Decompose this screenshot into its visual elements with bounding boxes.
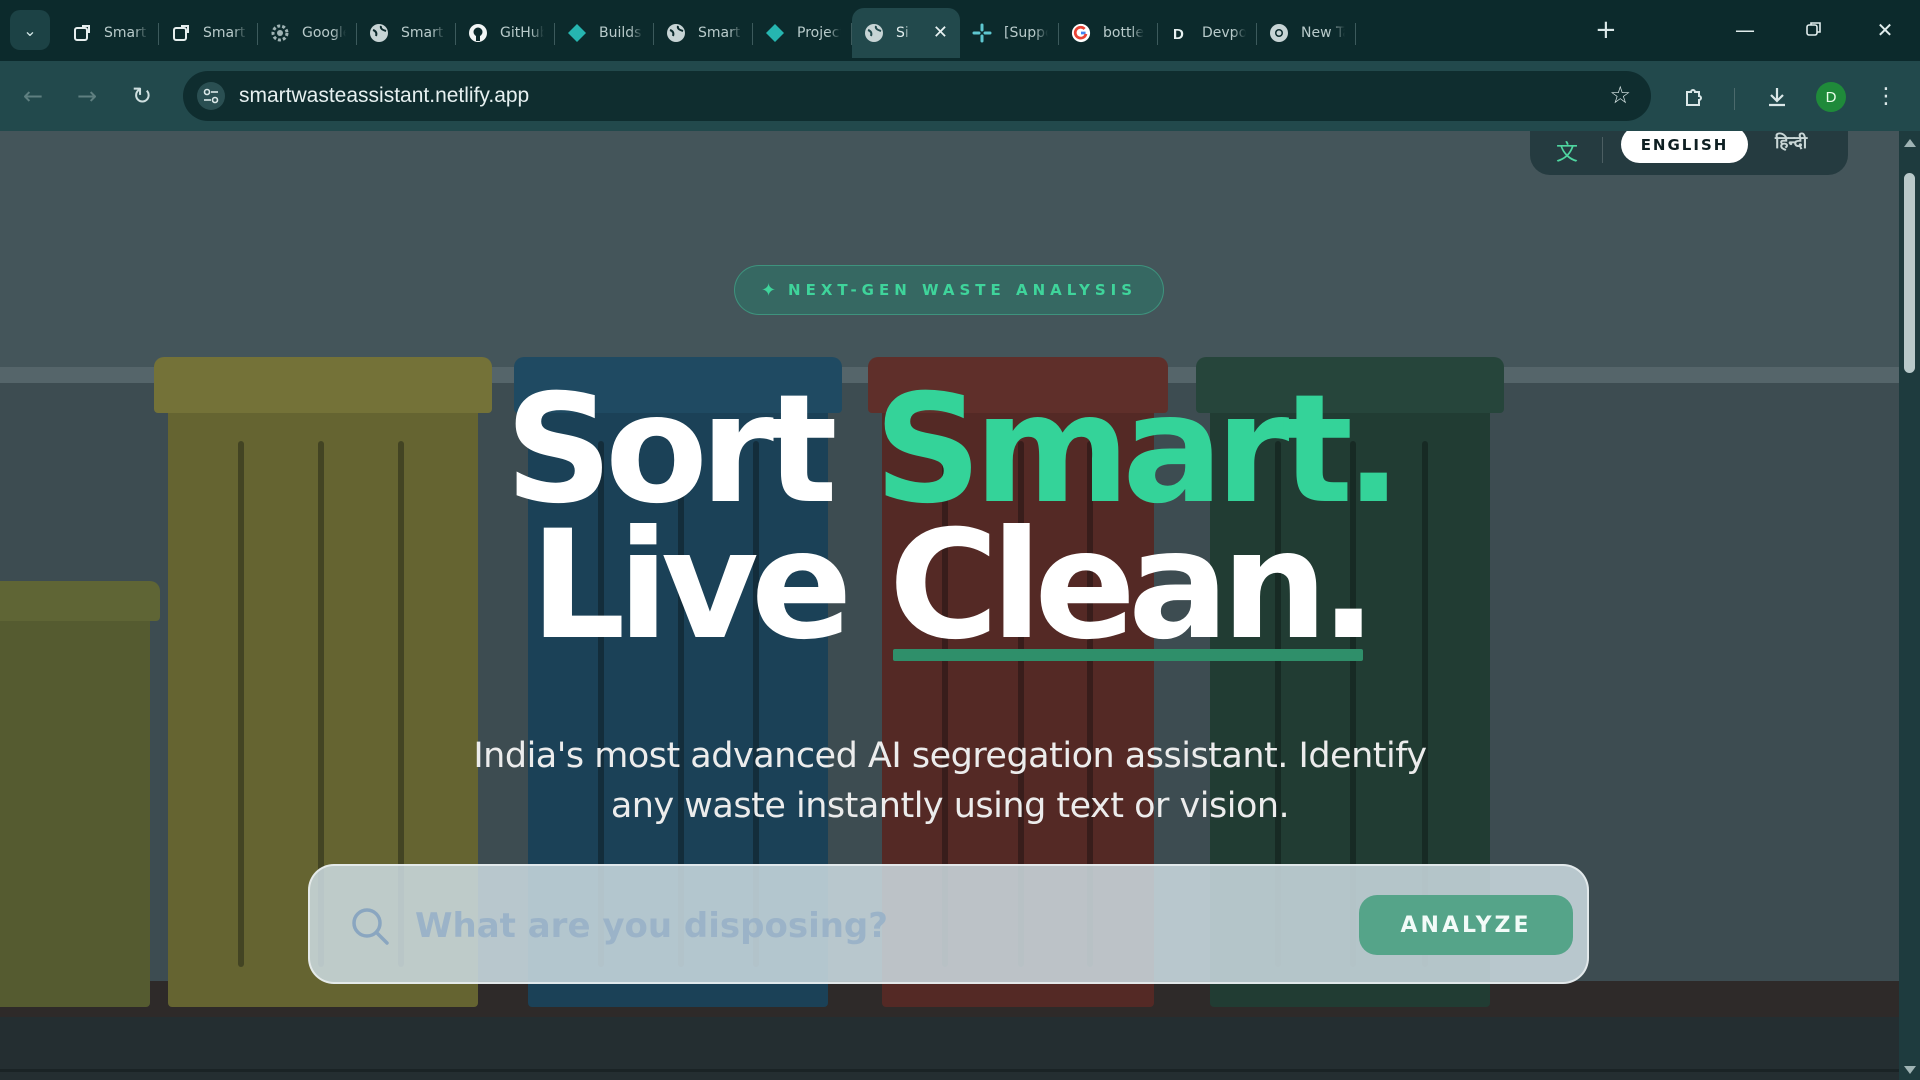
tab-search-button[interactable]: ⌄ <box>10 10 50 50</box>
tab-title: Smart Waste <box>104 25 148 41</box>
reload-button[interactable]: ↻ <box>124 78 160 114</box>
search-icon <box>352 908 389 945</box>
restore-button[interactable] <box>1794 12 1834 48</box>
tab-active[interactable]: Si ✕ <box>852 8 960 58</box>
tab-title: Devpost <box>1202 25 1246 41</box>
settings-gear-icon <box>270 23 290 43</box>
globe-icon <box>666 23 686 43</box>
hero-badge-label: NEXT-GEN WASTE ANALYSIS <box>788 281 1138 299</box>
scroll-down-arrow-icon[interactable] <box>1904 1066 1916 1074</box>
address-bar[interactable]: smartwasteassistant.netlify.app ☆ <box>183 71 1651 121</box>
tab-title: Smart Waste <box>401 25 445 41</box>
restore-icon <box>1806 18 1822 42</box>
hero-subtitle: India's most advanced AI segregation ass… <box>473 736 1427 826</box>
hero-headline: Sort Smart. Live Clean. <box>0 375 1899 673</box>
browser-toolbar: ← → ↻ smartwasteassistant.netlify.app ☆ … <box>0 61 1920 131</box>
language-divider <box>1602 137 1603 163</box>
netlify-icon <box>567 23 587 43</box>
tab[interactable]: Smart Waste <box>60 8 159 58</box>
tab[interactable]: D Devpost <box>1158 8 1257 58</box>
arrow-left-icon: ← <box>22 82 44 110</box>
toolbar-divider <box>1734 88 1735 110</box>
tab[interactable]: Smart Waste <box>357 8 456 58</box>
analyze-button[interactable]: ANALYZE <box>1359 895 1573 955</box>
sparkle-icon: ✦ <box>760 279 777 301</box>
download-icon <box>1769 88 1785 107</box>
forward-button[interactable]: → <box>69 78 105 114</box>
minimize-button[interactable]: — <box>1725 12 1765 48</box>
language-switcher: 文 ENGLISH हिन्दी <box>1530 131 1848 175</box>
puzzle-icon <box>1686 89 1702 106</box>
tab[interactable]: Google <box>258 8 357 58</box>
tab[interactable]: Project <box>753 8 852 58</box>
tab-title: Builds | <box>599 25 643 41</box>
tab[interactable]: Builds | <box>555 8 654 58</box>
globe-icon <box>369 23 389 43</box>
search-bar: ANALYZE <box>308 864 1589 984</box>
tab-title: New Tab <box>1301 25 1345 41</box>
url-text: smartwasteassistant.netlify.app <box>239 84 530 107</box>
browser-menu-button[interactable]: ⋮ <box>1868 79 1904 115</box>
headline-line-two: Live Clean. <box>0 499 1899 673</box>
tab-title: Smart Waste <box>698 25 742 41</box>
tab-title: GitHub <box>500 25 544 41</box>
tab-strip: Smart Waste Smart Waste Google Smart Was… <box>60 8 1356 58</box>
tab[interactable]: GitHub <box>456 8 555 58</box>
tab-title: Smart Waste <box>203 25 247 41</box>
bookmark-star-icon[interactable]: ☆ <box>1609 81 1631 109</box>
tab-title: Si <box>896 25 909 41</box>
external-tab-icon <box>72 23 92 43</box>
more-vertical-icon: ⋮ <box>1875 84 1897 109</box>
back-button[interactable]: ← <box>15 78 51 114</box>
close-icon: ✕ <box>1876 18 1894 42</box>
tab-title: Project <box>797 25 841 41</box>
close-tab-icon[interactable]: ✕ <box>933 22 948 43</box>
extensions-button[interactable] <box>1677 79 1713 115</box>
chrome-icon <box>1269 23 1289 43</box>
plus-icon: + <box>1595 15 1617 45</box>
arrow-right-icon: → <box>76 82 98 110</box>
google-icon <box>1071 23 1091 43</box>
tab[interactable]: [Support] <box>960 8 1059 58</box>
tune-icon <box>203 88 219 104</box>
external-tab-icon <box>171 23 191 43</box>
tab[interactable]: Smart Waste <box>654 8 753 58</box>
tab[interactable]: New Tab <box>1257 8 1356 58</box>
page-scrollbar[interactable] <box>1899 131 1920 1080</box>
tab-title: [Support] <box>1004 25 1048 41</box>
netlify-icon <box>765 23 785 43</box>
tab[interactable]: Smart Waste <box>159 8 258 58</box>
new-tab-button[interactable]: + <box>1595 14 1617 46</box>
downloads-button[interactable] <box>1759 79 1795 115</box>
slack-icon <box>972 23 992 43</box>
site-info-button[interactable] <box>197 82 225 110</box>
svg-text:D: D <box>1173 26 1184 43</box>
language-english-button[interactable]: ENGLISH <box>1621 131 1748 163</box>
chevron-down-icon: ⌄ <box>23 20 37 40</box>
reload-icon: ↻ <box>131 82 153 110</box>
github-icon <box>468 23 488 43</box>
scrollbar-thumb[interactable] <box>1904 173 1915 373</box>
profile-avatar[interactable]: D <box>1816 82 1846 112</box>
headline-word-clean: Clean. <box>888 499 1377 673</box>
translate-icon: 文 <box>1556 141 1579 166</box>
globe-icon <box>864 23 884 43</box>
search-input[interactable] <box>415 894 1315 958</box>
headline-word-live: Live <box>530 499 853 673</box>
page-viewport: 文 ENGLISH हिन्दी ✦ NEXT-GEN WASTE ANALYS… <box>0 131 1899 1080</box>
tab-title: Google <box>302 25 346 41</box>
devpost-icon: D <box>1170 23 1190 43</box>
close-window-button[interactable]: ✕ <box>1865 12 1905 48</box>
tab[interactable]: bottle <box>1059 8 1158 58</box>
minimize-icon: — <box>1735 18 1755 42</box>
scroll-up-arrow-icon[interactable] <box>1904 139 1916 147</box>
hero-badge: ✦ NEXT-GEN WASTE ANALYSIS <box>734 265 1164 315</box>
tab-title: bottle <box>1103 25 1144 41</box>
browser-tab-bar: ⌄ Smart Waste Smart Waste Google Smart W… <box>0 0 1920 61</box>
language-hindi-button[interactable]: हिन्दी <box>1775 131 1807 153</box>
